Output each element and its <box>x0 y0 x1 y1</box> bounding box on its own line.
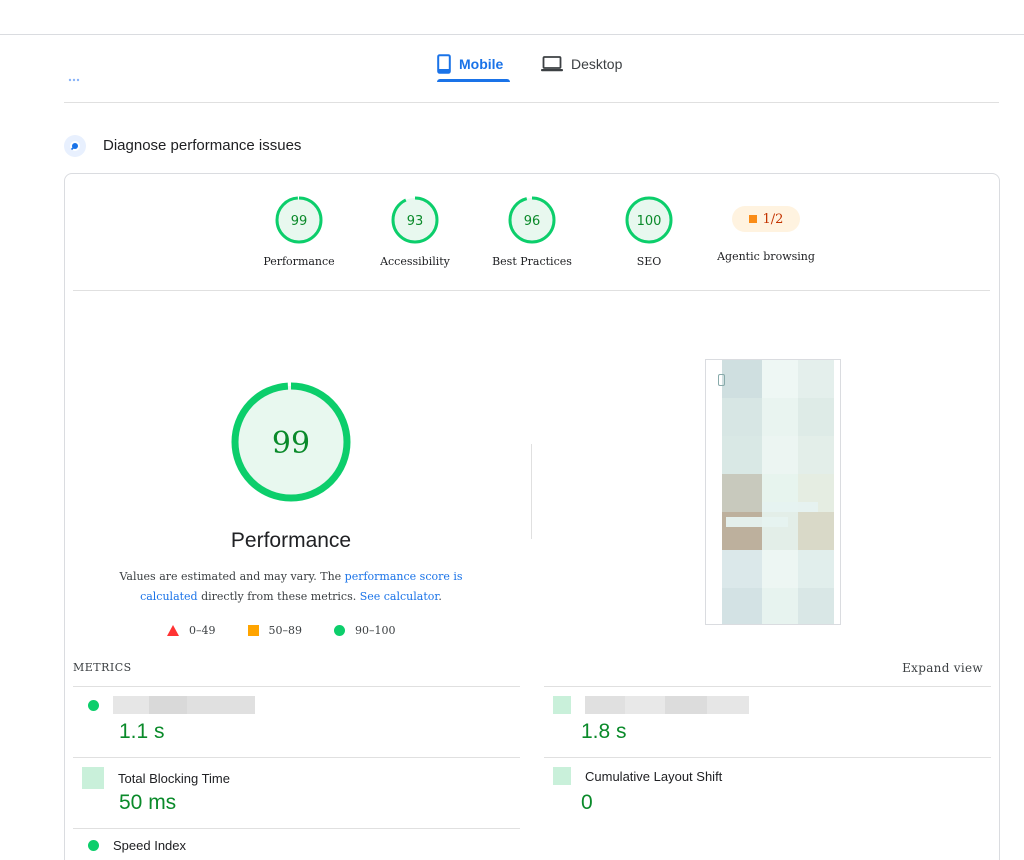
metric-value: 1.8 s <box>581 720 627 743</box>
desc-text-2: directly from these metrics. <box>197 590 360 603</box>
desc-text-1: Values are estimated and may vary. The <box>119 570 345 583</box>
expand-view-button[interactable]: Expand view <box>902 661 983 675</box>
card-divider <box>73 290 990 291</box>
agentic-score: 1/2 <box>762 211 784 227</box>
diagnose-icon <box>64 135 86 157</box>
section-divider <box>64 102 999 103</box>
report-card: 99 Performance 93 Accessibility 96 Best <box>64 173 1000 860</box>
section-title: Diagnose performance issues <box>103 137 302 154</box>
metric-first-contentful-paint: 1.1 s <box>73 686 520 757</box>
tab-mobile-label: Mobile <box>459 56 504 72</box>
score-value: 99 <box>291 214 308 229</box>
score-gauge: 100 <box>625 196 673 244</box>
gauge-best-practices[interactable]: 96 Best Practices <box>477 196 587 268</box>
gauge-accessibility[interactable]: 93 Accessibility <box>360 196 470 268</box>
score-gauge: 96 <box>508 196 556 244</box>
score-gauge: 99 <box>275 196 323 244</box>
metric-total-blocking-time: Total Blocking Time 50 ms <box>73 757 520 828</box>
legend-average-label: 50–89 <box>268 624 303 637</box>
gauge-label: SEO <box>636 255 662 268</box>
metric-value: 1.1 s <box>119 720 165 743</box>
pass-circle-icon <box>334 625 345 636</box>
screenshot-text-block <box>726 517 788 527</box>
tab-desktop-label: Desktop <box>571 56 623 72</box>
performance-gauge: 99 <box>231 382 351 502</box>
laptop-icon <box>541 56 563 72</box>
metric-value: 0 <box>581 791 593 814</box>
collapsed-section-icon <box>68 78 80 82</box>
gauge-label: Best Practices <box>492 255 572 268</box>
legend-pass: 90–100 <box>334 624 396 637</box>
metric-name-redacted <box>585 696 749 714</box>
metric-name: Speed Index <box>113 838 187 853</box>
metric-head: Total Blocking Time <box>82 767 230 789</box>
pass-square-icon <box>553 767 571 785</box>
score-gauge: 93 <box>391 196 439 244</box>
gauge-label: Accessibility <box>380 255 450 268</box>
performance-description: Values are estimated and may vary. The p… <box>115 567 467 607</box>
metric-head: Speed Index <box>88 838 186 853</box>
gauge-label: Performance <box>263 255 335 268</box>
score-value: 93 <box>407 214 424 229</box>
metric-name: Cumulative Layout Shift <box>585 768 723 784</box>
metric-head <box>88 696 255 714</box>
pagespeed-report: Mobile Desktop Diagnose performance issu… <box>0 0 1024 860</box>
metric-speed-index: Speed Index <box>73 828 520 860</box>
tab-desktop[interactable]: Desktop <box>541 46 622 82</box>
pass-circle-icon <box>88 699 99 711</box>
metric-head <box>553 696 749 714</box>
performance-score: 99 <box>272 426 310 461</box>
mobile-icon <box>437 54 451 74</box>
legend-fail-label: 0–49 <box>189 624 216 637</box>
gauge-label: Agentic browsing <box>717 250 815 263</box>
metric-largest-contentful-paint: 1.8 s <box>544 686 991 757</box>
screenshot-image <box>722 360 834 624</box>
performance-title: Performance <box>230 529 352 552</box>
desc-text-3: . <box>438 590 442 603</box>
tab-mobile[interactable]: Mobile <box>437 46 503 82</box>
gauge-seo[interactable]: 100 SEO <box>594 196 704 268</box>
final-screenshot[interactable] <box>705 359 841 625</box>
metric-value: 50 ms <box>119 791 177 814</box>
score-value: 100 <box>637 214 662 229</box>
legend-pass-label: 90–100 <box>355 624 396 637</box>
average-square-icon <box>748 215 757 223</box>
gauge-agentic-browsing[interactable]: 1/2 Agentic browsing <box>710 196 822 263</box>
pass-circle-icon <box>88 840 99 851</box>
top-divider <box>0 34 1024 35</box>
fail-triangle-icon <box>167 625 179 636</box>
metric-name: Total Blocking Time <box>118 770 230 786</box>
screenshot-corner-mark <box>718 374 725 386</box>
legend-average: 50–89 <box>247 624 303 637</box>
score-value: 96 <box>524 214 541 229</box>
screenshot-text-block <box>762 502 818 512</box>
vertical-divider <box>531 444 532 539</box>
metric-cumulative-layout-shift: Cumulative Layout Shift 0 <box>544 757 991 828</box>
agentic-score-pill: 1/2 <box>732 206 800 232</box>
active-tab-indicator <box>437 79 510 82</box>
pass-square-icon <box>82 767 104 789</box>
metrics-header: METRICS <box>73 661 132 674</box>
see-calculator-link[interactable]: See calculator <box>360 590 439 603</box>
metric-head: Cumulative Layout Shift <box>553 767 722 785</box>
score-legend: 0–49 50–89 90–100 <box>167 624 428 637</box>
pass-square-icon <box>553 696 571 714</box>
average-square-icon <box>247 625 259 636</box>
metric-name-redacted <box>113 696 255 714</box>
legend-fail: 0–49 <box>167 624 216 637</box>
gauge-performance[interactable]: 99 Performance <box>244 196 354 268</box>
